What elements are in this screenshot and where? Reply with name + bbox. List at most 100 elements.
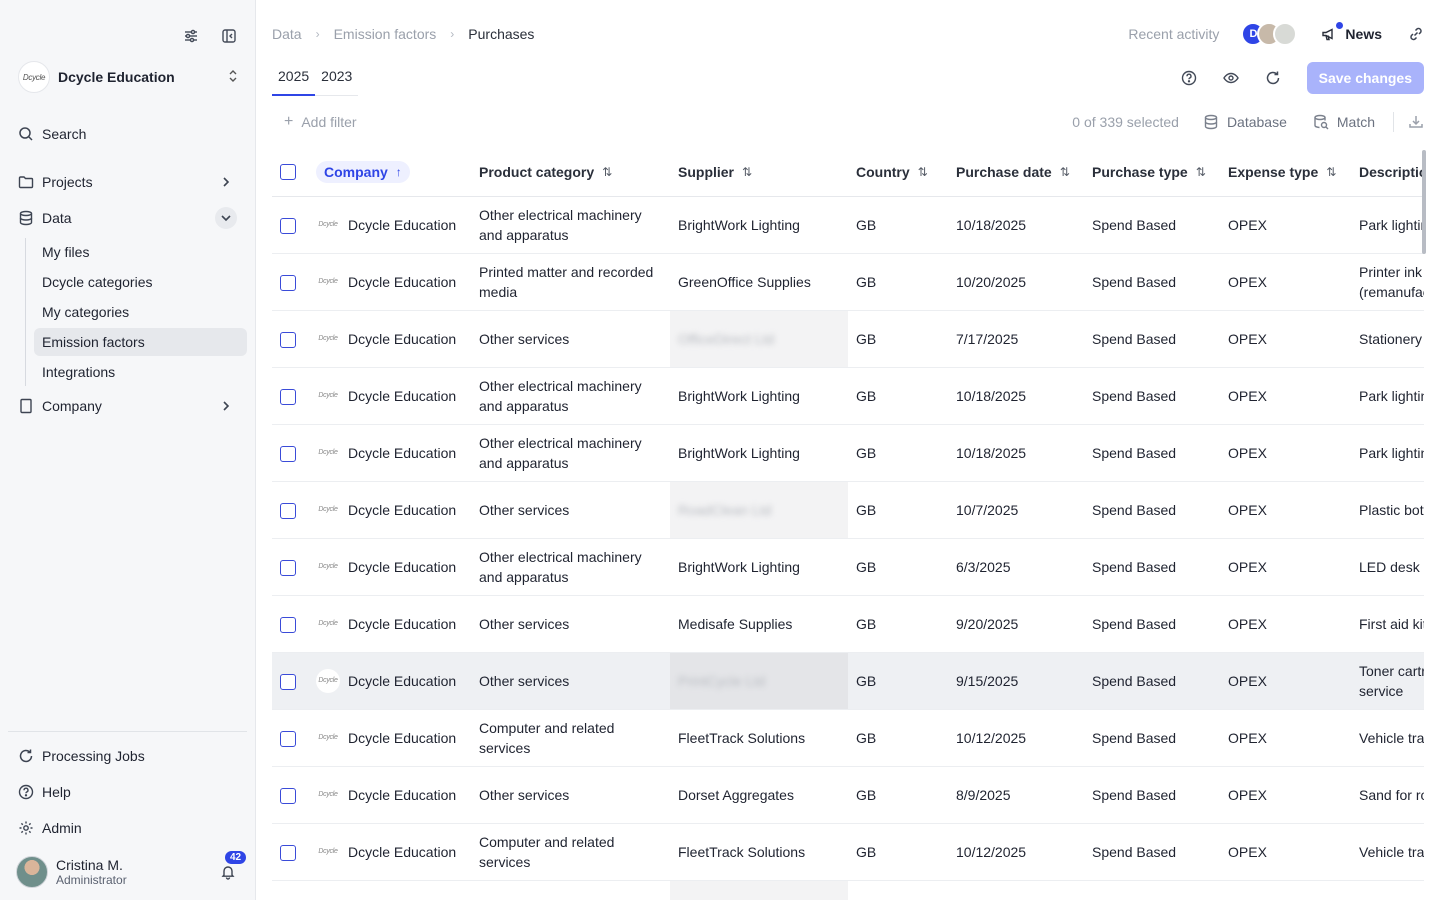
- breadcrumb-item-data[interactable]: Data: [272, 26, 302, 42]
- supplier-cell[interactable]: RoadClean Ltd: [670, 481, 848, 539]
- product-category-cell[interactable]: Other electrical machinery and apparatus: [471, 367, 670, 425]
- product-category-cell[interactable]: Computer and related services: [471, 823, 670, 881]
- product-category-cell[interactable]: Other services: [471, 481, 670, 539]
- product-category-cell[interactable]: Other services: [471, 652, 670, 710]
- table-row[interactable]: Dcycle Dcycle Education Other electrical …: [272, 367, 1424, 425]
- presence-avatars[interactable]: D: [1241, 22, 1298, 46]
- purchase-date-cell: 10/7/2025: [948, 481, 1084, 539]
- column-header-company[interactable]: Company ↑: [308, 148, 471, 197]
- supplier-cell[interactable]: PrintCycle Ltd: [670, 652, 848, 710]
- save-changes-button[interactable]: Save changes: [1306, 62, 1424, 94]
- download-icon[interactable]: [1408, 114, 1424, 130]
- database-button[interactable]: Database: [1203, 114, 1287, 130]
- table-row[interactable]: Dcycle Dcycle Education Other electrical …: [272, 424, 1424, 482]
- product-category-cell[interactable]: Other services: [471, 595, 670, 653]
- supplier-cell[interactable]: GreenOffice Supplies: [670, 253, 848, 311]
- organization-switcher[interactable]: Dcycle Dcycle Education: [18, 60, 239, 94]
- select-all-checkbox[interactable]: [280, 164, 296, 181]
- main-content: Data › Emission factors › Purchases Rece…: [256, 0, 1440, 900]
- product-category-cell[interactable]: Other electrical machinery and apparatus: [471, 196, 670, 254]
- supplier-cell[interactable]: Dorset Aggregates: [670, 766, 848, 824]
- tab-2025[interactable]: 2025: [272, 60, 316, 96]
- column-header-purchase-date[interactable]: Purchase date ⇅: [948, 148, 1084, 197]
- sidebar-item-data[interactable]: Data: [8, 200, 247, 236]
- product-category-cell[interactable]: Other electrical machinery and apparatus: [471, 424, 670, 482]
- collapse-sidebar-icon[interactable]: [219, 26, 239, 46]
- table-row[interactable]: Dcycle Dcycle Education Other services Of…: [272, 310, 1424, 368]
- breadcrumb-item-emission-factors[interactable]: Emission factors: [334, 26, 437, 42]
- settings-sliders-icon[interactable]: [181, 26, 201, 46]
- supplier-cell[interactable]: [670, 880, 848, 900]
- match-button[interactable]: Match: [1313, 114, 1375, 130]
- table-row[interactable]: Dcycle Dcycle Education Other electrical …: [272, 196, 1424, 254]
- table-row[interactable]: Dcycle Dcycle Education Other services Ro…: [272, 481, 1424, 539]
- table-row[interactable]: Dcycle Dcycle Education Other services Do…: [272, 766, 1424, 824]
- expense-type-cell: OPEX: [1220, 538, 1351, 596]
- eye-icon[interactable]: [1221, 68, 1241, 88]
- sidebar-item-integrations[interactable]: Integrations: [34, 358, 247, 386]
- column-label: Description: [1359, 163, 1424, 180]
- row-checkbox[interactable]: [280, 445, 296, 462]
- row-checkbox[interactable]: [280, 787, 296, 804]
- column-header-expense-type[interactable]: Expense type ⇅: [1220, 148, 1351, 197]
- news-button[interactable]: News: [1321, 22, 1382, 42]
- product-category-cell[interactable]: Printed matter and recorded media: [471, 253, 670, 311]
- sidebar-item-projects[interactable]: Projects: [8, 164, 247, 200]
- table-row[interactable]: Dcycle Dcycle Education Printed matter an…: [272, 253, 1424, 311]
- supplier-cell[interactable]: OfficeDirect Ltd: [670, 310, 848, 368]
- refresh-icon[interactable]: [1263, 68, 1283, 88]
- table-row[interactable]: [272, 880, 1424, 900]
- table-row[interactable]: Dcycle Dcycle Education Computer and rela…: [272, 823, 1424, 881]
- row-checkbox[interactable]: [280, 217, 296, 234]
- supplier-cell[interactable]: FleetTrack Solutions: [670, 709, 848, 767]
- sidebar-item-my-files[interactable]: My files: [34, 238, 247, 266]
- row-checkbox[interactable]: [280, 502, 296, 519]
- row-checkbox[interactable]: [280, 844, 296, 861]
- column-header-supplier[interactable]: Supplier ⇅: [670, 148, 848, 197]
- row-checkbox[interactable]: [280, 673, 296, 690]
- supplier-cell[interactable]: FleetTrack Solutions: [670, 823, 848, 881]
- column-header-description[interactable]: Description: [1351, 148, 1424, 197]
- row-checkbox[interactable]: [280, 559, 296, 576]
- sidebar-item-processing-jobs[interactable]: Processing Jobs: [8, 738, 247, 774]
- sidebar-item-help[interactable]: Help: [8, 774, 247, 810]
- supplier-cell[interactable]: BrightWork Lighting: [670, 424, 848, 482]
- table-scrollbar[interactable]: [1422, 150, 1426, 254]
- product-category-cell[interactable]: Other electrical machinery and apparatus: [471, 538, 670, 596]
- table-row[interactable]: Dcycle Dcycle Education Computer and rela…: [272, 709, 1424, 767]
- row-checkbox[interactable]: [280, 616, 296, 633]
- tab-2023[interactable]: 2023: [315, 60, 358, 95]
- product-category-cell[interactable]: Other services: [471, 310, 670, 368]
- supplier-cell[interactable]: BrightWork Lighting: [670, 538, 848, 596]
- row-checkbox[interactable]: [280, 331, 296, 348]
- page-actions: Save changes: [1157, 62, 1424, 94]
- supplier-cell[interactable]: BrightWork Lighting: [670, 367, 848, 425]
- sidebar-item-emission-factors[interactable]: Emission factors: [34, 328, 247, 356]
- table-row[interactable]: Dcycle Dcycle Education Other services Me…: [272, 595, 1424, 653]
- sidebar-item-my-categories[interactable]: My categories: [34, 298, 247, 326]
- help-circle-icon[interactable]: [1179, 68, 1199, 88]
- table-row[interactable]: Dcycle Dcycle Education Other electrical …: [272, 538, 1424, 596]
- product-category-cell[interactable]: Other services: [471, 766, 670, 824]
- table-row[interactable]: Dcycle Dcycle Education Other services Pr…: [272, 652, 1424, 710]
- product-category-cell[interactable]: Computer and related services: [471, 709, 670, 767]
- column-header-purchase-type[interactable]: Purchase type ⇅: [1084, 148, 1220, 197]
- recent-activity-link[interactable]: Recent activity: [1128, 26, 1219, 42]
- sidebar-item-dcycle-categories[interactable]: Dcycle categories: [34, 268, 247, 296]
- row-checkbox[interactable]: [280, 274, 296, 291]
- sidebar-item-search[interactable]: Search: [8, 116, 247, 152]
- notifications-button[interactable]: 42: [217, 849, 249, 883]
- supplier-cell[interactable]: Medisafe Supplies: [670, 595, 848, 653]
- link-icon[interactable]: [1408, 26, 1424, 42]
- user-profile[interactable]: Cristina M. Administrator 42: [16, 849, 249, 890]
- column-header-country[interactable]: Country ⇅: [848, 148, 948, 197]
- row-checkbox[interactable]: [280, 730, 296, 747]
- supplier-cell[interactable]: BrightWork Lighting: [670, 196, 848, 254]
- breadcrumb-item-purchases: Purchases: [468, 26, 535, 42]
- row-checkbox[interactable]: [280, 388, 296, 405]
- sidebar-item-company[interactable]: Company: [8, 388, 247, 424]
- sidebar-item-admin[interactable]: Admin: [8, 810, 247, 846]
- column-header-product-category[interactable]: Product category ⇅: [471, 148, 670, 197]
- chevron-down-icon[interactable]: [215, 207, 237, 229]
- add-filter-button[interactable]: + Add filter: [284, 113, 357, 131]
